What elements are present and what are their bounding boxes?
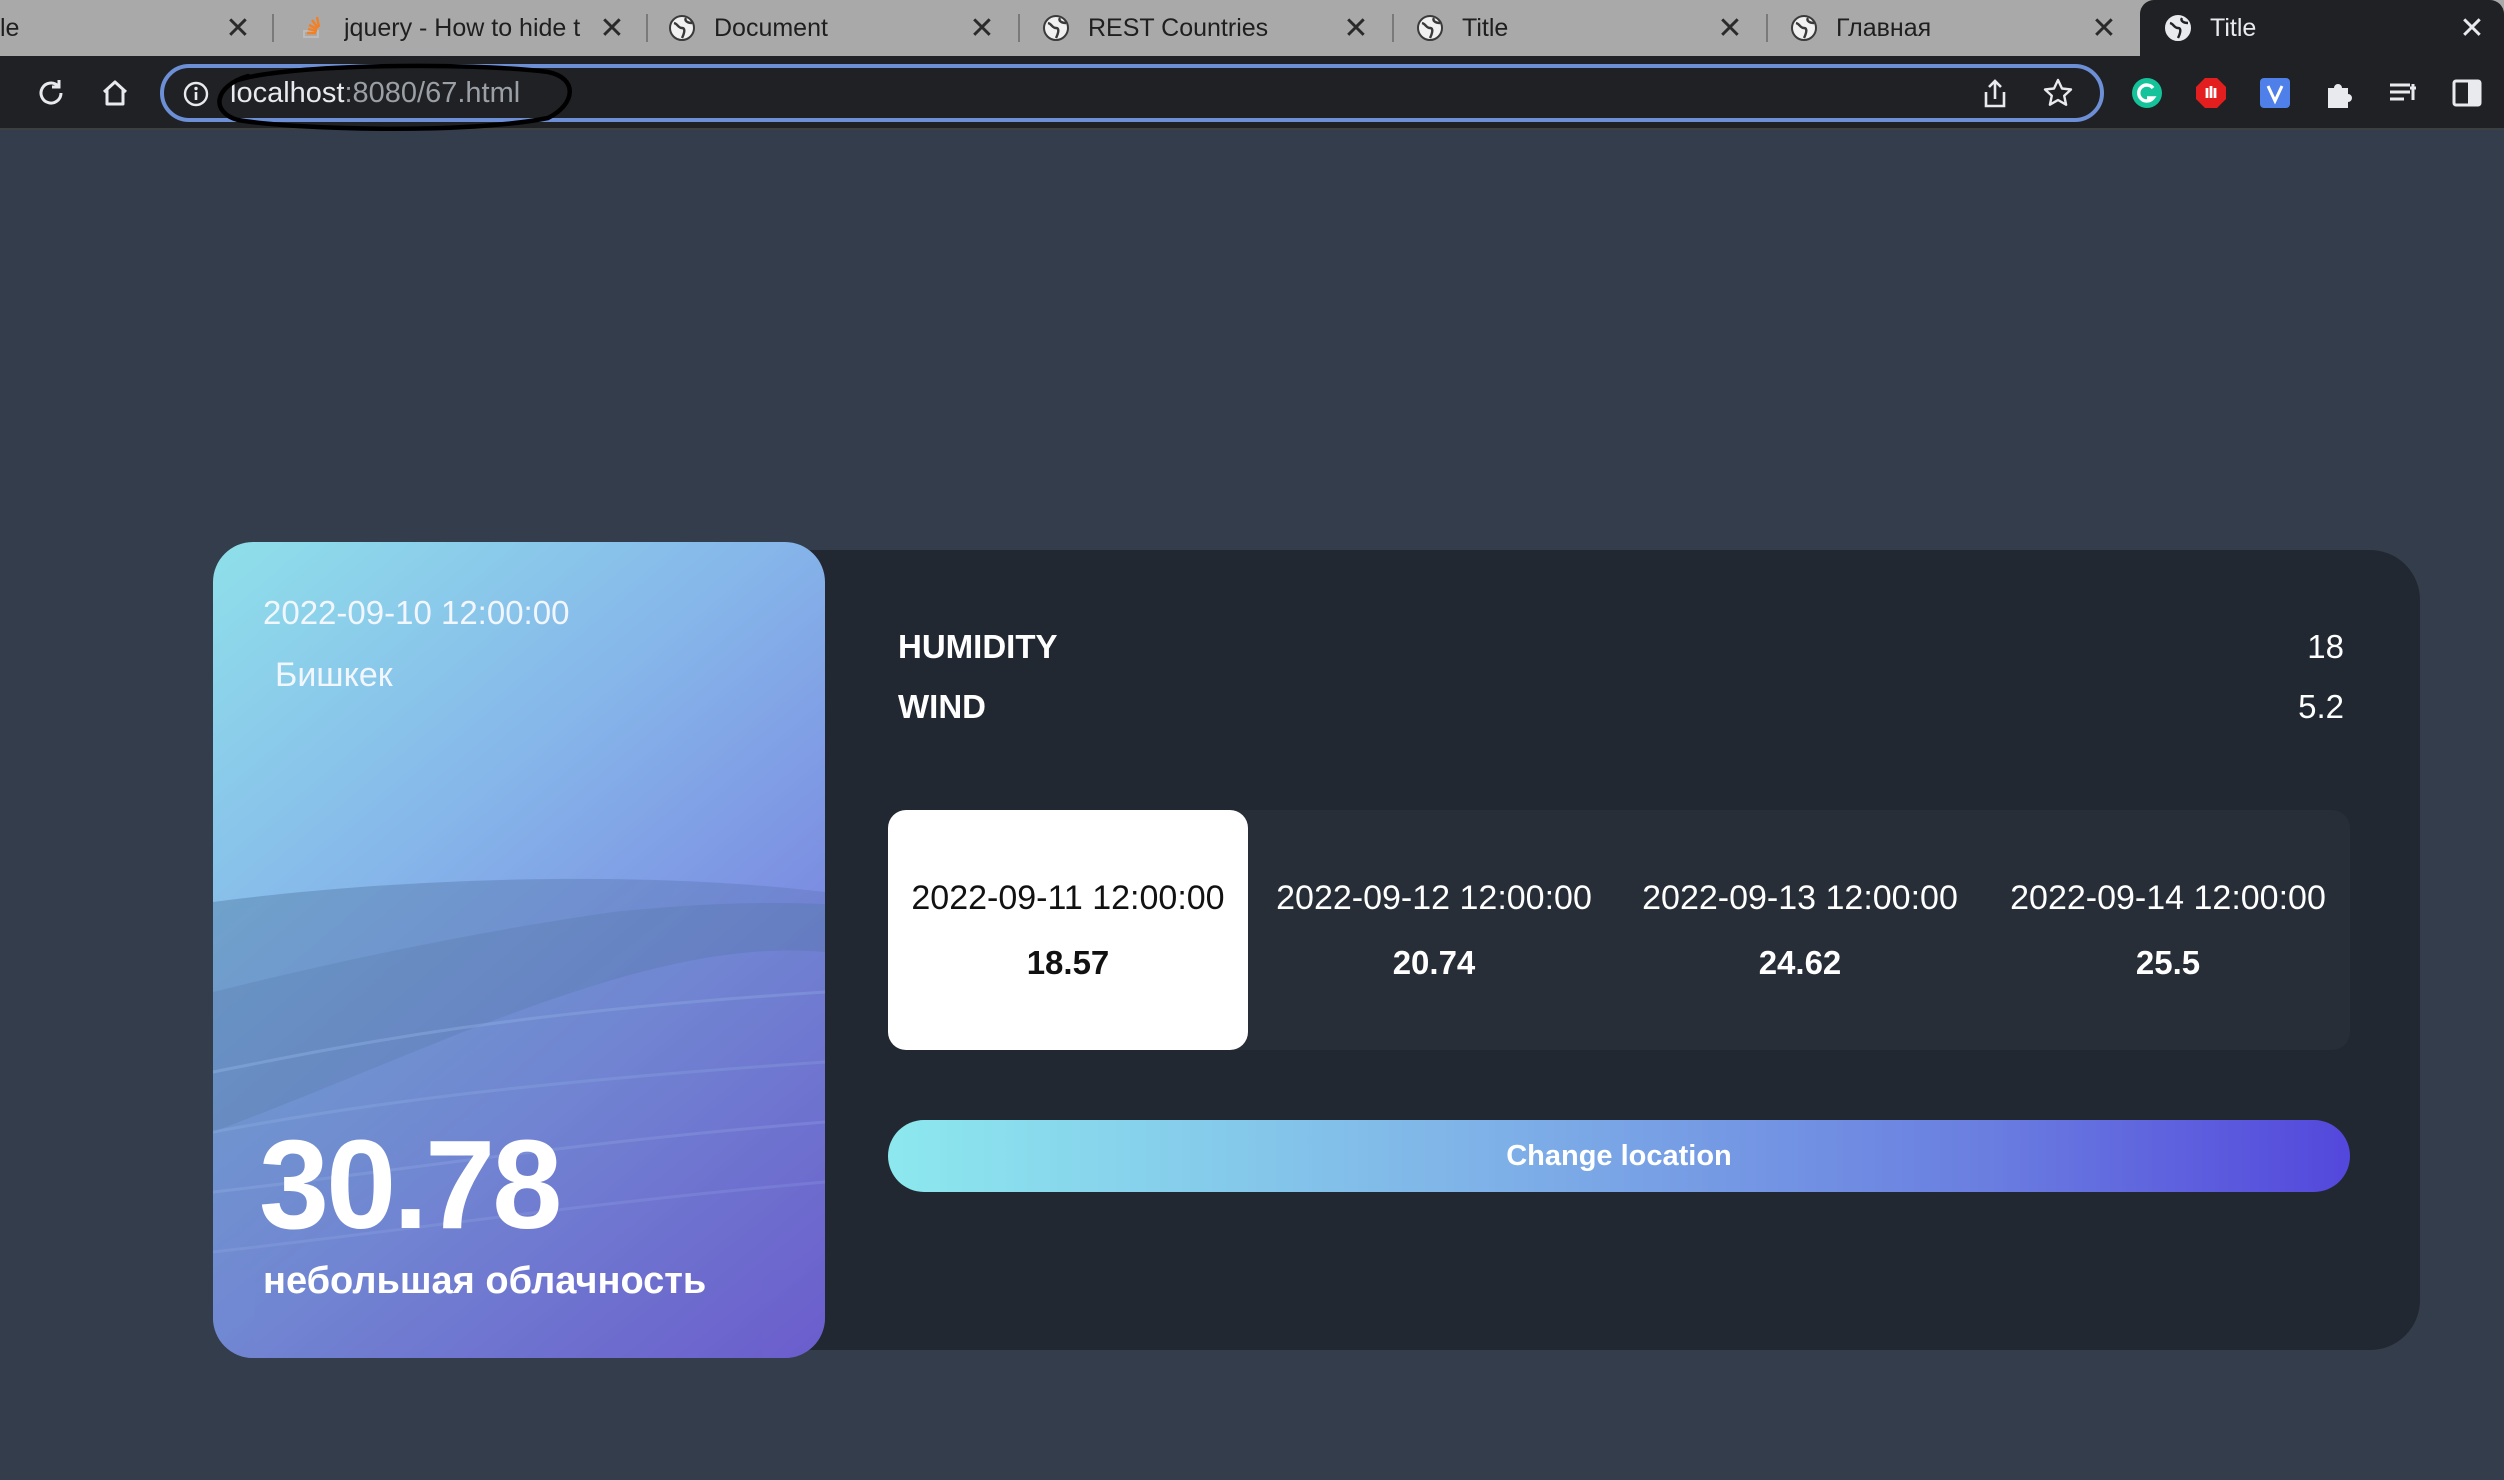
- forecast-temp: 20.74: [1392, 943, 1476, 981]
- tab-3[interactable]: Document ✕: [668, 0, 1014, 56]
- grammarly-icon[interactable]: [2128, 74, 2166, 112]
- tab-separator: [1392, 14, 1394, 42]
- site-info-icon[interactable]: [182, 80, 210, 108]
- forecast-day-active[interactable]: 2022-09-11 12:00:00 18.57: [888, 810, 1248, 1050]
- reload-icon[interactable]: [30, 72, 72, 114]
- close-icon[interactable]: ✕: [964, 10, 1000, 46]
- globe-icon: [668, 14, 696, 42]
- reading-list-icon[interactable]: [2384, 74, 2422, 112]
- globe-icon: [1790, 14, 1818, 42]
- forecast-temp: 18.57: [1026, 943, 1110, 981]
- city-name: Бишкек: [275, 656, 393, 694]
- adblock-icon[interactable]: [2192, 74, 2230, 112]
- tab-separator: [1018, 14, 1020, 42]
- humidity-label: HUMIDITY: [898, 628, 1058, 665]
- globe-icon: [1416, 14, 1444, 42]
- tab-2[interactable]: jquery - How to hide t ✕: [298, 0, 644, 56]
- tab-separator: [646, 14, 648, 42]
- forecast-list: 2022-09-11 12:00:00 18.57 2022-09-12 12:…: [888, 810, 2350, 1050]
- wind-value: 5.2: [2298, 688, 2344, 725]
- forecast-temp: 25.5: [2135, 943, 2201, 981]
- forecast-date: 2022-09-12 12:00:00: [1276, 878, 1592, 917]
- forecast-date: 2022-09-14 12:00:00: [2010, 878, 2326, 917]
- close-icon[interactable]: ✕: [594, 10, 630, 46]
- stackoverflow-icon: [298, 14, 326, 42]
- globe-icon: [2164, 14, 2192, 42]
- share-icon[interactable]: [1980, 78, 2010, 115]
- tab-5[interactable]: Title ✕: [1416, 0, 1762, 56]
- forecast-day[interactable]: 2022-09-14 12:00:00 25.5: [1988, 810, 2348, 1050]
- tab-separator: [272, 14, 274, 42]
- close-icon[interactable]: ✕: [1712, 10, 1748, 46]
- url-annotation-scribble: [217, 63, 572, 131]
- current-date: 2022-09-10 12:00:00: [263, 594, 570, 631]
- tab-7-active[interactable]: Title ✕: [2140, 0, 2504, 56]
- vpn-v-icon[interactable]: [2256, 74, 2294, 112]
- forecast-day[interactable]: 2022-09-13 12:00:00 24.62: [1620, 810, 1980, 1050]
- globe-icon: [1042, 14, 1070, 42]
- humidity-value: 18: [2307, 628, 2344, 665]
- extensions-puzzle-icon[interactable]: [2320, 74, 2358, 112]
- tab-strip: le ✕ jquery - How to hide t ✕ Document ✕…: [0, 0, 2504, 56]
- forecast-temp: 24.62: [1758, 943, 1842, 981]
- current-temperature: 30.78: [259, 1114, 562, 1255]
- close-icon[interactable]: ✕: [2086, 10, 2122, 46]
- forecast-day[interactable]: 2022-09-12 12:00:00 20.74: [1254, 810, 1614, 1050]
- close-icon[interactable]: ✕: [2454, 10, 2490, 46]
- bookmark-star-icon[interactable]: [2042, 77, 2074, 114]
- weather-description: небольшая облачность: [263, 1260, 707, 1302]
- forecast-date: 2022-09-13 12:00:00: [1642, 878, 1958, 917]
- side-panel-icon[interactable]: [2448, 74, 2486, 112]
- close-icon[interactable]: ✕: [220, 10, 256, 46]
- current-weather-card: 2022-09-10 12:00:00 Бишкек 30.78 небольш…: [213, 542, 825, 1358]
- tab-4[interactable]: REST Countries ✕: [1042, 0, 1388, 56]
- home-icon[interactable]: [94, 72, 136, 114]
- close-icon[interactable]: ✕: [1338, 10, 1374, 46]
- wind-label: WIND: [898, 688, 986, 725]
- tab-1[interactable]: le ✕: [0, 0, 270, 56]
- tab-6[interactable]: Главная ✕: [1790, 0, 2136, 56]
- change-location-button[interactable]: Change location: [888, 1120, 2350, 1192]
- forecast-date: 2022-09-11 12:00:00: [911, 878, 1225, 917]
- tab-separator: [1766, 14, 1768, 42]
